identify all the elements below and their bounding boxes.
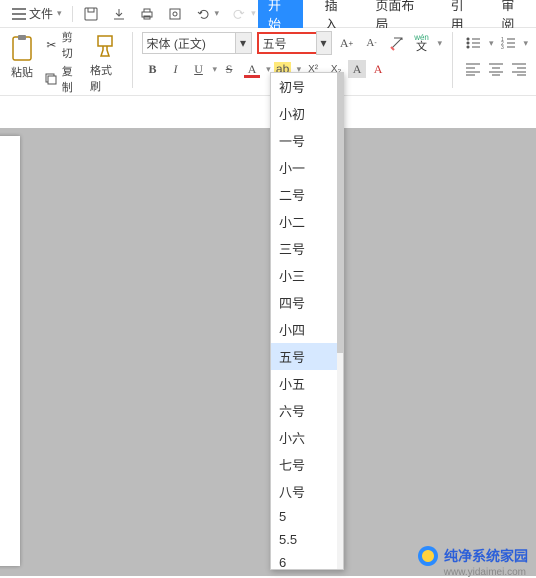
separator xyxy=(132,32,133,88)
print-button[interactable] xyxy=(134,3,160,25)
export-icon xyxy=(111,6,127,22)
clipboard-icon xyxy=(8,34,36,62)
font-size-option[interactable]: 小三 xyxy=(271,262,343,289)
tab-bar: 开始 插入 页面布局 引用 审阅 xyxy=(252,0,536,28)
shrink-font-button[interactable]: A- xyxy=(361,32,383,54)
align-right-button[interactable] xyxy=(508,58,530,80)
font-size-option[interactable]: 二号 xyxy=(271,181,343,208)
brush-icon xyxy=(91,34,119,60)
font-size-combo[interactable]: 五号 ▾ xyxy=(257,32,331,54)
font-size-option[interactable]: 小一 xyxy=(271,154,343,181)
grow-font-button[interactable]: A+ xyxy=(336,32,358,54)
bold-button[interactable]: B xyxy=(142,58,164,80)
font-size-option[interactable]: 小二 xyxy=(271,208,343,235)
scissors-icon: ✂ xyxy=(44,37,59,53)
dropdown-scrollbar[interactable] xyxy=(337,73,343,569)
copy-button[interactable]: 复制 xyxy=(44,63,82,95)
chevron-down-icon: ▾ xyxy=(213,64,218,75)
paste-label: 粘贴 xyxy=(11,64,33,80)
format-painter-label: 格式刷 xyxy=(90,62,121,94)
print-preview-button[interactable] xyxy=(162,3,188,25)
align-left-button[interactable] xyxy=(462,58,484,80)
font-size-option[interactable]: 八号 xyxy=(271,478,343,505)
change-case-button[interactable]: A xyxy=(367,58,389,80)
clipboard-group: ✂剪切 复制 xyxy=(44,32,82,91)
chevron-down-icon[interactable]: ▾ xyxy=(316,31,332,55)
clear-format-button[interactable] xyxy=(386,32,408,54)
chevron-down-icon: ▾ xyxy=(57,8,62,19)
bullets-button[interactable] xyxy=(462,32,484,54)
undo-icon xyxy=(195,6,211,22)
save-button[interactable] xyxy=(78,3,104,25)
document-area[interactable] xyxy=(0,128,536,576)
numbering-button[interactable]: 123 xyxy=(497,32,519,54)
watermark-text: 纯净系统家园 xyxy=(444,546,528,566)
svg-text:3: 3 xyxy=(501,45,504,51)
font-size-option[interactable]: 6 xyxy=(271,551,343,570)
preview-icon xyxy=(167,6,183,22)
font-size-option[interactable]: 小六 xyxy=(271,424,343,451)
paste-button[interactable]: 粘贴 xyxy=(6,32,38,91)
export-button[interactable] xyxy=(106,3,132,25)
font-color-button[interactable]: A xyxy=(241,58,263,80)
page[interactable] xyxy=(0,136,20,566)
chevron-down-icon: ▾ xyxy=(489,38,494,49)
font-size-option[interactable]: 五号 xyxy=(271,343,343,370)
font-size-option[interactable]: 初号 xyxy=(271,73,343,100)
char-shading-button[interactable]: A xyxy=(348,60,366,78)
chevron-down-icon[interactable]: ▾ xyxy=(235,33,251,53)
redo-icon xyxy=(231,6,247,22)
font-size-option[interactable]: 小五 xyxy=(271,370,343,397)
font-name-value: 宋体 (正文) xyxy=(147,35,206,52)
font-size-option[interactable]: 5.5 xyxy=(271,528,343,551)
font-name-combo[interactable]: 宋体 (正文) ▾ xyxy=(142,32,252,54)
italic-button[interactable]: I xyxy=(165,58,187,80)
strikethrough-button[interactable]: S xyxy=(218,58,240,80)
chevron-down-icon: ▾ xyxy=(524,38,529,49)
file-label: 文件 xyxy=(29,5,53,22)
hamburger-file-button[interactable]: 文件 ▾ xyxy=(6,2,67,25)
scrollbar-thumb[interactable] xyxy=(337,73,343,353)
watermark: 纯净系统家园 xyxy=(418,546,528,566)
chevron-down-icon: ▾ xyxy=(438,38,443,49)
undo-button[interactable]: ▾ xyxy=(190,3,225,25)
align-center-button[interactable] xyxy=(485,58,507,80)
paragraph-group: ▾ 123 ▾ xyxy=(462,32,530,91)
format-painter-button[interactable]: 格式刷 xyxy=(88,32,123,91)
font-size-option[interactable]: 六号 xyxy=(271,397,343,424)
chevron-down-icon: ▾ xyxy=(215,8,220,19)
phonetic-guide-button[interactable]: wén文 xyxy=(411,32,433,54)
font-size-option[interactable]: 小初 xyxy=(271,100,343,127)
font-size-option[interactable]: 5 xyxy=(271,505,343,528)
print-icon xyxy=(139,6,155,22)
copy-icon xyxy=(44,71,59,87)
font-size-option[interactable]: 七号 xyxy=(271,451,343,478)
cut-button[interactable]: ✂剪切 xyxy=(44,29,82,61)
hamburger-icon xyxy=(11,6,27,22)
font-size-option[interactable]: 小四 xyxy=(271,316,343,343)
separator xyxy=(72,6,73,22)
font-size-option[interactable]: 一号 xyxy=(271,127,343,154)
separator xyxy=(452,32,453,88)
watermark-url: www.yidaimei.com xyxy=(444,567,526,578)
underline-button[interactable]: U xyxy=(188,58,210,80)
font-size-option[interactable]: 三号 xyxy=(271,235,343,262)
ribbon: 粘贴 ✂剪切 复制 格式刷 宋体 (正文) ▾ 五号 ▾ A+ xyxy=(0,28,536,96)
watermark-logo-icon xyxy=(418,546,438,566)
font-size-option[interactable]: 四号 xyxy=(271,289,343,316)
save-icon xyxy=(83,6,99,22)
font-size-dropdown: 初号小初一号小一二号小二三号小三四号小四五号小五六号小六七号八号55.566.5… xyxy=(270,72,344,570)
font-size-value: 五号 xyxy=(263,35,287,52)
